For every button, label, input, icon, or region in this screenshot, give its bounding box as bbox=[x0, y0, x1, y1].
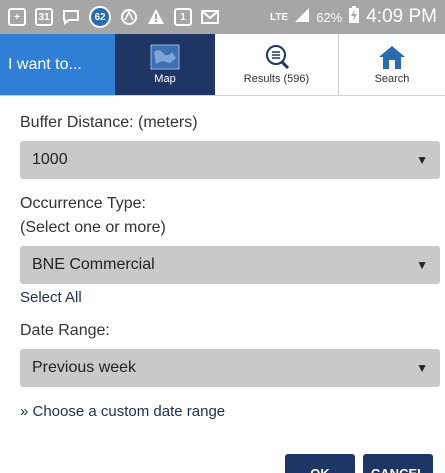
occurrence-type-label: Occurrence Type: bbox=[20, 195, 146, 212]
plus-icon: + bbox=[8, 8, 26, 26]
date-range-value: Previous week bbox=[32, 359, 137, 376]
tab-map-label: Map bbox=[154, 73, 176, 85]
results-icon bbox=[265, 45, 289, 70]
dropdown-arrow-icon: ▼ bbox=[416, 258, 428, 272]
date-range-label: Date Range: bbox=[20, 322, 110, 339]
battery-charging-icon bbox=[348, 5, 360, 29]
tab-search-label: Search bbox=[374, 73, 410, 85]
mail-icon bbox=[201, 8, 219, 26]
status-bar: + 31 62 1 LTE 62% 4:09 PM bbox=[0, 0, 445, 34]
home-icon bbox=[379, 46, 405, 69]
buffer-distance-value: 1000 bbox=[32, 151, 68, 168]
occurrence-type-value: BNE Commercial bbox=[32, 256, 155, 273]
tab-results-label: Results (596) bbox=[243, 73, 310, 85]
signal-icon bbox=[294, 7, 310, 28]
select-all-link[interactable]: Select All bbox=[20, 289, 82, 306]
lte-indicator: LTE bbox=[270, 11, 289, 23]
tab-results[interactable]: Results (596) bbox=[215, 34, 339, 95]
notification-icons: + 31 62 1 bbox=[8, 6, 219, 28]
chat-icon bbox=[62, 8, 80, 26]
occurrence-type-hint: (Select one or more) bbox=[20, 219, 166, 236]
badge-62-icon: 62 bbox=[89, 6, 111, 28]
status-right: LTE 62% 4:09 PM bbox=[270, 5, 437, 29]
custom-date-range-link[interactable]: » Choose a custom date range bbox=[20, 403, 225, 420]
tab-map[interactable]: Map bbox=[115, 34, 215, 95]
cancel-button[interactable]: CANCEL bbox=[363, 454, 433, 473]
occurrence-type-select[interactable]: BNE Commercial ▼ bbox=[20, 246, 440, 284]
ok-button[interactable]: OK bbox=[285, 454, 355, 473]
battery-percent: 62% bbox=[316, 9, 343, 25]
maps-icon bbox=[120, 8, 138, 26]
dropdown-arrow-icon: ▼ bbox=[416, 361, 428, 375]
buffer-distance-select[interactable]: 1000 ▼ bbox=[20, 141, 440, 179]
calendar-1-icon: 1 bbox=[174, 8, 192, 26]
dropdown-arrow-icon: ▼ bbox=[416, 153, 428, 167]
warning-icon bbox=[147, 8, 165, 26]
tab-search[interactable]: Search bbox=[339, 34, 445, 95]
i-want-to-button[interactable]: I want to... bbox=[0, 34, 115, 95]
map-icon bbox=[150, 44, 180, 70]
i-want-to-label: I want to... bbox=[8, 55, 82, 73]
clock: 4:09 PM bbox=[366, 6, 437, 27]
calendar-icon: 31 bbox=[35, 8, 53, 26]
date-range-select[interactable]: Previous week ▼ bbox=[20, 349, 440, 387]
top-navigation: I want to... Map Results (596) Search bbox=[0, 34, 445, 96]
buffer-distance-label: Buffer Distance: (meters) bbox=[20, 114, 198, 131]
